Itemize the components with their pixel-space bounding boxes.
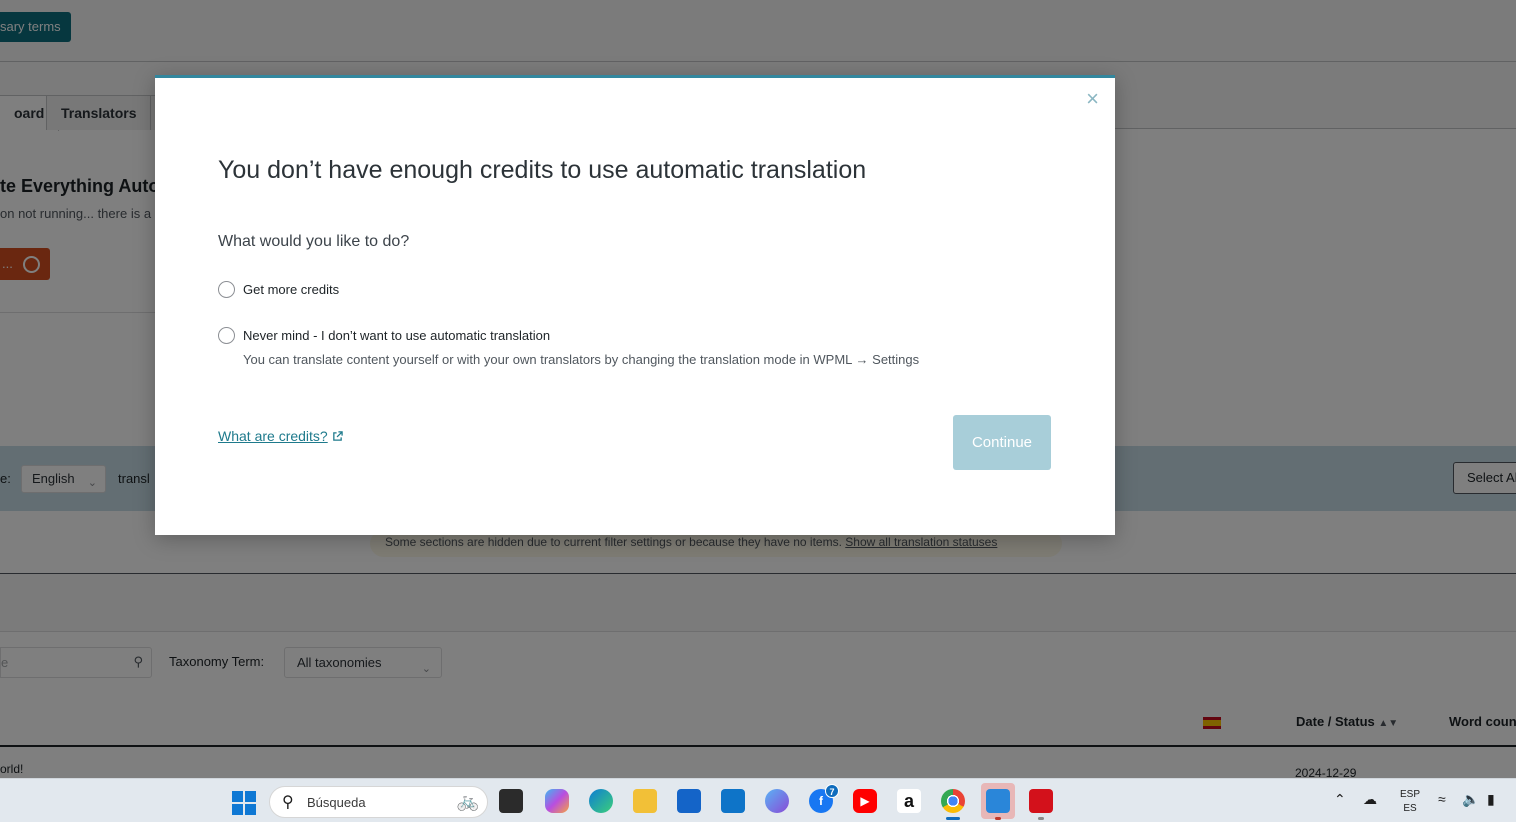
input-language-indicator[interactable]: ESP ES bbox=[1400, 788, 1420, 816]
amazon-icon[interactable]: a bbox=[897, 789, 921, 813]
radio-never-mind[interactable] bbox=[218, 326, 235, 344]
adobe-acrobat-icon[interactable] bbox=[1029, 789, 1053, 813]
what-are-credits-link[interactable]: What are credits? bbox=[218, 428, 343, 444]
option-label: Never mind - I don’t want to use automat… bbox=[243, 327, 551, 343]
option-get-more-credits[interactable]: Get more credits bbox=[218, 279, 339, 299]
volume-icon[interactable]: 🔈 bbox=[1462, 791, 1479, 808]
dialog-question: What would you like to do? bbox=[218, 233, 410, 250]
keyboard-layout: ES bbox=[1403, 803, 1417, 814]
loop-app-icon[interactable] bbox=[765, 789, 789, 813]
credits-link-label: What are credits? bbox=[218, 428, 328, 444]
remote-desktop-icon[interactable] bbox=[721, 789, 745, 813]
battery-icon[interactable]: ▮ bbox=[1487, 791, 1495, 808]
windows-start-icon[interactable] bbox=[232, 791, 256, 815]
photos-icon bbox=[986, 789, 1010, 813]
facebook-icon[interactable]: f7 bbox=[809, 784, 839, 813]
external-link-icon bbox=[332, 431, 343, 441]
option-description: You can translate content yourself or wi… bbox=[243, 352, 920, 367]
close-icon[interactable]: × bbox=[1086, 88, 1099, 110]
running-indicator bbox=[1038, 817, 1044, 820]
dialog-title: You don’t have enough credits to use aut… bbox=[218, 156, 867, 184]
running-indicator bbox=[995, 817, 1001, 820]
language-code: ESP bbox=[1400, 789, 1421, 800]
option-never-mind[interactable]: Never mind - I don’t want to use automat… bbox=[218, 325, 550, 345]
photos-app-selected[interactable] bbox=[981, 783, 1015, 819]
option-label: Get more credits bbox=[243, 281, 340, 297]
chevron-up-icon[interactable]: ⌃ bbox=[1334, 791, 1346, 808]
edge-browser-icon[interactable] bbox=[589, 789, 613, 813]
radio-get-more-credits[interactable] bbox=[218, 280, 235, 298]
copilot-icon[interactable] bbox=[545, 789, 569, 813]
onedrive-cloud-icon[interactable]: ☁ bbox=[1363, 791, 1377, 808]
insufficient-credits-dialog: × You don’t have enough credits to use a… bbox=[155, 75, 1115, 535]
file-explorer-icon[interactable] bbox=[633, 789, 657, 813]
youtube-icon[interactable]: ▶ bbox=[853, 789, 877, 813]
running-indicator bbox=[946, 817, 960, 820]
notification-badge: 7 bbox=[825, 784, 839, 798]
continue-button[interactable]: Continue bbox=[953, 415, 1051, 470]
bicycle-icon: 🚲 bbox=[456, 791, 479, 811]
taskbar-search-input[interactable]: ⚲ Búsqueda 🚲 bbox=[269, 786, 488, 818]
taskbar-search-text: Búsqueda bbox=[307, 795, 366, 810]
wifi-icon[interactable]: ≈ bbox=[1438, 791, 1446, 807]
windows-taskbar: ⚲ Búsqueda 🚲 f7 ▶ a ⌃ ☁ ESP ES ≈ 🔈 ▮ bbox=[0, 778, 1516, 822]
task-view-icon[interactable] bbox=[499, 789, 523, 813]
microsoft-store-icon[interactable] bbox=[677, 789, 701, 813]
search-icon: ⚲ bbox=[282, 794, 294, 811]
chrome-browser-icon[interactable] bbox=[941, 789, 965, 813]
